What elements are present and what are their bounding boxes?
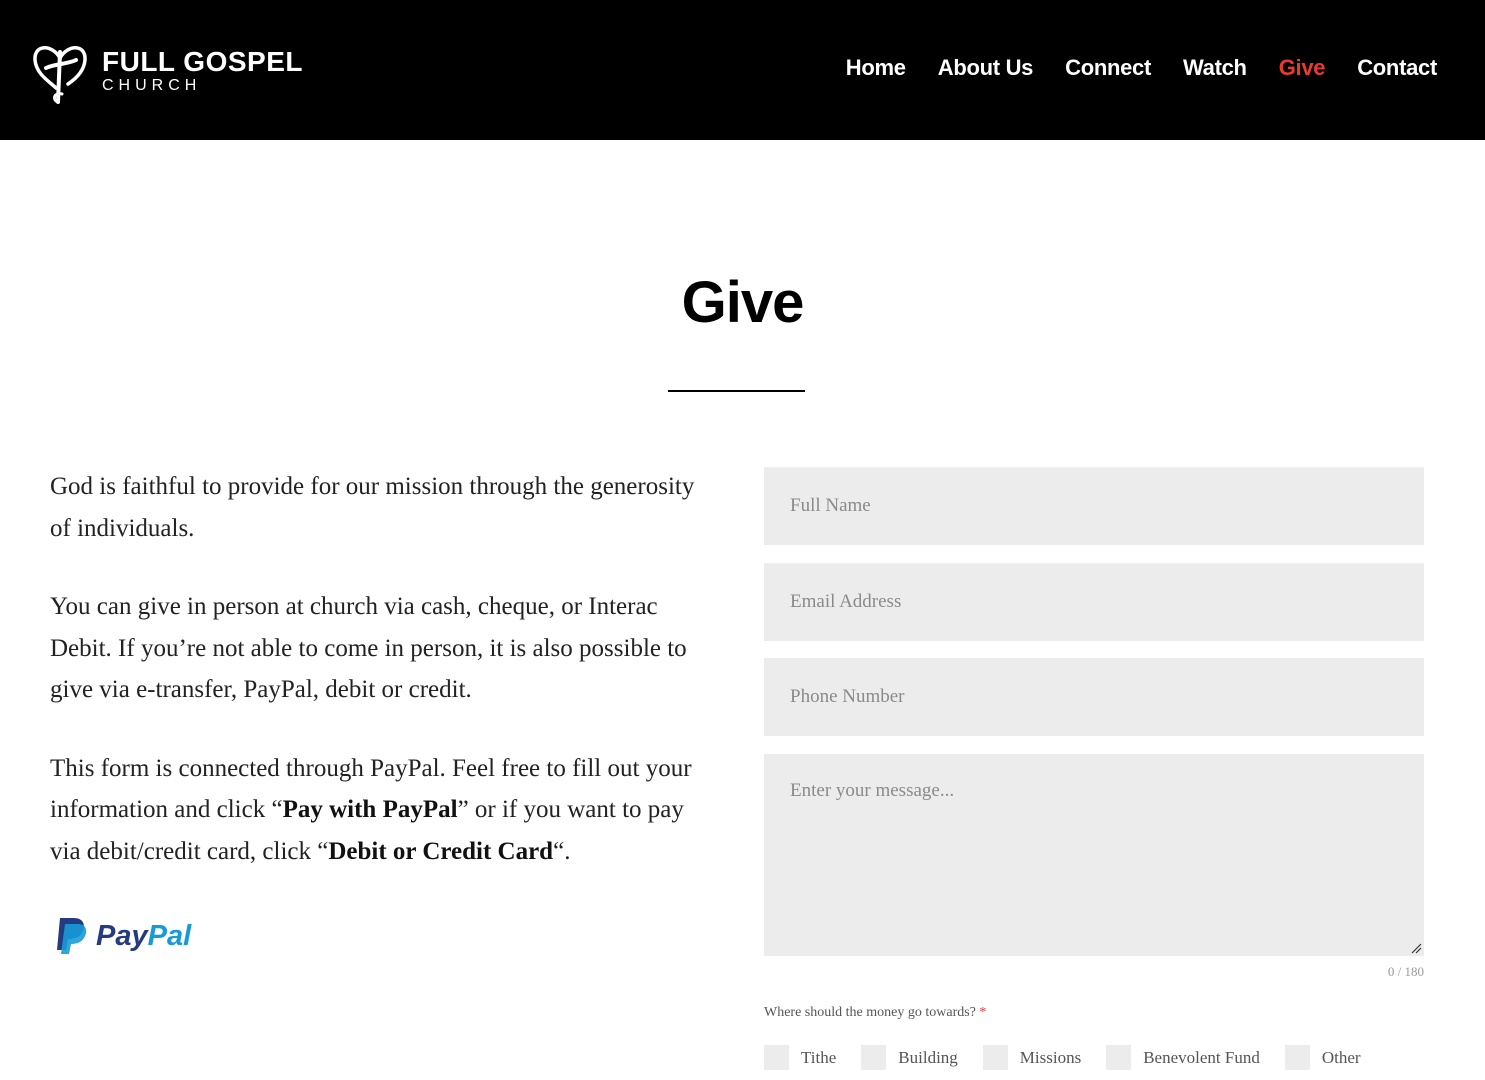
nav-contact[interactable]: Contact	[1357, 54, 1437, 82]
option-benevolent-fund[interactable]: Benevolent Fund	[1106, 1045, 1260, 1070]
heart-cross-logo-icon	[33, 46, 87, 104]
allocation-question: Where should the money go towards? *	[764, 1005, 986, 1021]
intro-paragraph-1: God is faithful to provide for our missi…	[50, 473, 695, 542]
paypal-pal-text: Pal	[147, 919, 192, 952]
missions-checkbox[interactable]	[982, 1045, 1008, 1070]
logo-title: FULL GOSPEL	[102, 46, 303, 77]
benevolent-fund-label: Benevolent Fund	[1143, 1047, 1260, 1067]
intro-text: God is faithful to provide for our missi…	[50, 466, 710, 909]
nav-about-us[interactable]: About Us	[938, 54, 1034, 82]
nav-home[interactable]: Home	[846, 54, 906, 82]
paypal-logo: PayPal	[54, 916, 191, 956]
allocation-question-text: Where should the money go towards?	[764, 1005, 976, 1020]
building-checkbox[interactable]	[861, 1045, 887, 1070]
title-divider	[668, 390, 805, 392]
option-tithe[interactable]: Tithe	[764, 1045, 836, 1070]
intro-paragraph-3: This form is connected through PayPal. F…	[50, 748, 710, 873]
option-missions[interactable]: Missions	[982, 1045, 1082, 1070]
message-textarea[interactable]	[764, 754, 1424, 956]
other-label: Other	[1321, 1047, 1361, 1067]
full-name-input[interactable]	[764, 467, 1424, 545]
option-building[interactable]: Building	[861, 1045, 958, 1070]
pay-with-paypal-emphasis: Pay with PayPal	[282, 796, 458, 823]
required-asterisk: *	[979, 1005, 987, 1020]
church-logo[interactable]: FULL GOSPEL CHURCH	[32, 36, 303, 106]
logo-subtitle: CHURCH	[102, 77, 202, 94]
paypal-pay-text: Pay	[96, 919, 148, 952]
nav-connect[interactable]: Connect	[1065, 54, 1151, 82]
intro-paragraph-2: You can give in person at church via cas…	[50, 593, 687, 703]
page-title: Give	[681, 270, 805, 335]
character-counter: 0 / 180	[1387, 964, 1424, 979]
tithe-checkbox[interactable]	[764, 1045, 789, 1070]
nav-watch[interactable]: Watch	[1183, 54, 1247, 82]
paragraph-3-text: “.	[553, 837, 571, 865]
phone-number-input[interactable]	[764, 658, 1424, 736]
site-header: FULL GOSPEL CHURCH Home About Us Connect…	[0, 0, 1485, 140]
main-nav: Home About Us Connect Watch Give Contact	[846, 54, 1438, 82]
resize-handle-icon[interactable]	[1410, 942, 1422, 954]
missions-label: Missions	[1019, 1047, 1082, 1067]
allocation-options: Tithe Building Missions Benevolent Fund …	[764, 1045, 1386, 1070]
other-checkbox[interactable]	[1284, 1045, 1310, 1070]
benevolent-fund-checkbox[interactable]	[1106, 1045, 1132, 1070]
nav-give[interactable]: Give	[1279, 54, 1326, 82]
option-other[interactable]: Other	[1284, 1045, 1361, 1070]
debit-credit-emphasis: Debit or Credit Card	[328, 837, 554, 865]
email-address-input[interactable]	[764, 563, 1424, 641]
tithe-label: Tithe	[801, 1047, 837, 1067]
paypal-p-icon	[57, 918, 87, 954]
building-label: Building	[898, 1047, 958, 1067]
paypal-wordmark: PayPal	[96, 920, 191, 953]
